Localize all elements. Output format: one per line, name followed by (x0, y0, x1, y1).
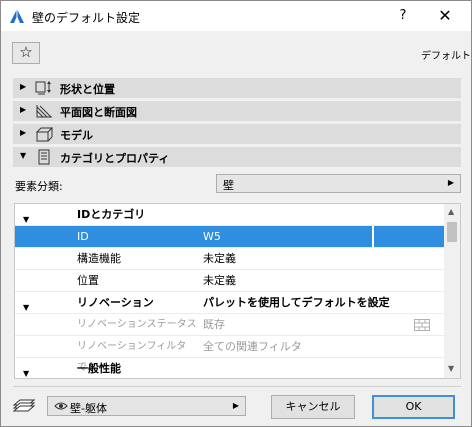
eye-icon (54, 402, 68, 410)
table-group-row[interactable]: ▼ 一般性能 (15, 358, 444, 378)
property-name: 構造機能 (77, 252, 121, 265)
property-value: 全ての関連フィルタ (203, 340, 302, 353)
properties-table: ▼ IDとカテゴリ ID W5 構造機能 未定義 位置 未定義 ▼ リノベーション … (14, 203, 461, 379)
section-geometry-and-positioning[interactable]: ▶ 形状と位置 (13, 78, 461, 98)
scrollbar-thumb[interactable] (447, 222, 457, 242)
archicad-app-icon (10, 9, 24, 23)
table-row-disabled: リノベーションステータス 既存 (15, 314, 444, 336)
section-label: 形状と位置 (60, 83, 115, 96)
section-label: モデル (60, 129, 93, 142)
group-name: リノベーション (77, 296, 154, 309)
favorites-button[interactable]: ☆ (12, 42, 40, 64)
star-icon: ☆ (19, 43, 33, 61)
group-value (199, 204, 444, 225)
table-row-selected[interactable]: ID W5 (15, 226, 444, 248)
close-button[interactable]: ✕ (435, 6, 455, 26)
section-model[interactable]: ▶ モデル (13, 124, 461, 144)
ok-button[interactable]: OK (372, 395, 455, 419)
expand-arrow-icon: ▶ (20, 105, 27, 114)
property-name: リノベーションフィルタで... (77, 341, 187, 373)
brick-wall-icon (414, 319, 430, 331)
property-value: 既存 (203, 318, 225, 331)
layer-value: 壁-躯体 (70, 402, 107, 415)
vertical-scrollbar[interactable]: ▲ ▼ (444, 204, 460, 378)
cancel-button[interactable]: キャンセル (271, 395, 355, 419)
layer-select[interactable]: 壁-躯体 ▶ (47, 396, 246, 416)
table-row[interactable]: 位置 未定義 (15, 270, 444, 292)
group-value (199, 358, 444, 378)
property-value[interactable]: 未定義 (199, 270, 444, 291)
floorplan-hatch-icon (36, 105, 52, 118)
property-value[interactable]: 未定義 (199, 248, 444, 269)
classification-label: 要素分類: (15, 180, 63, 193)
section-label: カテゴリとプロパティ (60, 152, 170, 165)
collapse-arrow-icon: ▼ (20, 151, 27, 160)
scroll-up-icon[interactable]: ▲ (448, 207, 454, 216)
group-value: パレットを使用してデフォルトを設定 (203, 296, 390, 309)
default-label: デフォルト (421, 51, 471, 62)
classification-value: 壁 (223, 179, 234, 192)
group-name: 一般性能 (77, 362, 121, 375)
dialog-window: 壁のデフォルト設定 ? ✕ ☆ デフォルト ▶ 形状と位置 ▶ 平面図と断面図 … (0, 0, 472, 427)
table-group-row[interactable]: ▼ IDとカテゴリ (15, 204, 444, 226)
window-title: 壁のデフォルト設定 (32, 11, 141, 25)
scroll-down-icon[interactable]: ▼ (448, 364, 454, 373)
layers-icon (12, 399, 36, 412)
property-value-input[interactable]: W5 (199, 226, 372, 247)
geometry-icon (35, 81, 51, 95)
footer-divider (13, 386, 461, 387)
property-name: リノベーションステータス (77, 319, 197, 330)
table-row[interactable]: 構造機能 未定義 (15, 248, 444, 270)
expand-arrow-icon: ▶ (20, 128, 27, 137)
section-label: 平面図と断面図 (60, 106, 137, 119)
expand-arrow-icon: ▶ (20, 82, 27, 91)
section-floorplan-and-section[interactable]: ▶ 平面図と断面図 (13, 101, 461, 121)
section-classification-and-properties[interactable]: ▼ カテゴリとプロパティ (13, 147, 461, 167)
classification-select[interactable]: 壁 ▶ (216, 174, 461, 193)
model-box-icon (35, 127, 53, 142)
title-bar: 壁のデフォルト設定 ? ✕ (1, 1, 471, 31)
property-name: ID (15, 226, 199, 247)
chevron-right-icon: ▶ (232, 401, 239, 410)
help-button[interactable]: ? (393, 6, 413, 26)
property-name: 位置 (77, 274, 99, 287)
table-row-disabled: リノベーションフィルタで... 全ての関連フィルタ (15, 336, 444, 373)
chevron-right-icon: ▶ (447, 178, 454, 187)
table-group-row[interactable]: ▼ リノベーション パレットを使用してデフォルトを設定 (15, 292, 444, 314)
collapse-arrow-icon: ▼ (23, 369, 30, 378)
document-icon (38, 149, 50, 165)
group-name: IDとカテゴリ (77, 208, 146, 221)
